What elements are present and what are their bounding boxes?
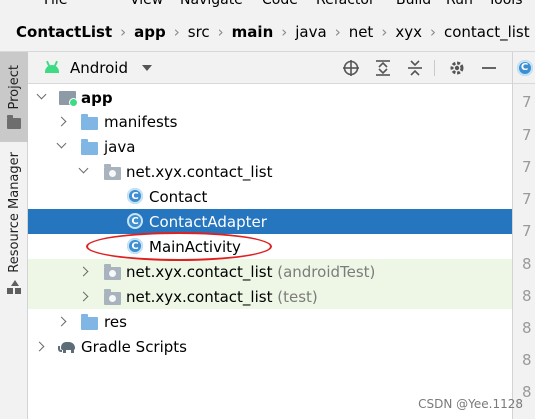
tree-suffix: (test) — [277, 287, 318, 306]
tree-item-res[interactable]: res — [28, 309, 512, 334]
tree-label: java — [104, 137, 136, 156]
folder-icon — [81, 114, 98, 130]
project-tree: app manifests java net.xyx.contact_list … — [28, 84, 512, 419]
chevron-right-icon: › — [334, 22, 341, 41]
tree-label: Contact — [149, 187, 208, 206]
line-number: 7 — [522, 190, 532, 208]
tree-item-gradle-scripts[interactable]: Gradle Scripts — [28, 334, 512, 359]
folder-icon — [7, 114, 21, 129]
chevron-right-icon: › — [173, 22, 180, 41]
menu-navigate[interactable]: Navigate — [180, 0, 243, 8]
chevron-down-icon[interactable] — [78, 163, 90, 175]
breadcrumb-src[interactable]: src — [188, 23, 210, 41]
editor-tab[interactable]: C — [513, 52, 535, 84]
chevron-right-icon[interactable] — [78, 266, 90, 278]
package-icon — [104, 164, 121, 180]
line-number: 8 — [522, 255, 532, 273]
module-icon — [59, 91, 78, 107]
line-number: 8 — [522, 287, 532, 305]
breadcrumb-app[interactable]: app — [134, 23, 166, 41]
android-icon — [44, 60, 60, 75]
collapse-all-icon[interactable] — [406, 59, 424, 77]
project-tool-tab[interactable]: Project — [0, 52, 28, 142]
tree-item-contact-adapter[interactable]: C ContactAdapter — [28, 209, 512, 234]
tree-item-contact[interactable]: C Contact — [28, 184, 512, 209]
tree-label: app — [81, 88, 113, 107]
package-icon — [104, 264, 121, 280]
menu-build[interactable]: Build — [396, 0, 431, 8]
menu-file[interactable]: File — [44, 0, 67, 8]
class-icon: C — [516, 59, 533, 76]
package-icon — [104, 289, 121, 305]
chevron-down-icon[interactable] — [142, 64, 152, 71]
left-tool-strip: Project Resource Manager — [0, 52, 28, 419]
breadcrumb: ContactList › app › src › main › java › net › … — [0, 12, 535, 52]
menu-tools[interactable]: Tools — [488, 0, 523, 8]
tree-suffix: (androidTest) — [277, 262, 376, 281]
menu-refactor[interactable]: Refactor — [316, 0, 375, 8]
line-number: 7 — [522, 93, 532, 111]
tree-label: net.xyx.contact_list (androidTest) — [126, 262, 376, 281]
chevron-right-icon[interactable] — [34, 341, 46, 353]
resource-manager-tool-tab[interactable]: Resource Manager — [0, 148, 28, 298]
line-number: 8 — [522, 351, 532, 369]
expand-all-icon[interactable] — [374, 59, 392, 77]
project-tab-label: Project — [6, 65, 22, 110]
breadcrumb-net[interactable]: net — [349, 23, 374, 41]
resource-manager-tab-label: Resource Manager — [6, 151, 22, 273]
folder-icon — [81, 314, 98, 330]
gear-icon[interactable] — [448, 59, 466, 77]
menu-view[interactable]: View — [130, 0, 163, 8]
tree-item-package-android-test[interactable]: net.xyx.contact_list (androidTest) — [28, 259, 512, 284]
watermark: CSDN @Yee.1128 — [418, 397, 523, 411]
shapes-icon — [7, 280, 21, 295]
menu-run[interactable]: Run — [446, 0, 473, 8]
tree-item-app[interactable]: app — [28, 85, 512, 110]
tree-label: ContactAdapter — [149, 212, 267, 231]
tree-label: net.xyx.contact_list — [126, 162, 273, 181]
minimize-icon[interactable] — [480, 59, 498, 77]
divider — [434, 60, 435, 76]
gradle-elephant-icon — [58, 340, 76, 353]
breadcrumb-contact-list[interactable]: contact_list — [444, 23, 530, 41]
tree-label: manifests — [104, 112, 178, 131]
line-number: 7 — [522, 222, 532, 240]
chevron-right-icon: › — [281, 22, 288, 41]
chevron-down-icon[interactable] — [36, 89, 48, 101]
line-number: 8 — [522, 383, 532, 401]
breadcrumb-main[interactable]: main — [232, 23, 274, 41]
line-number: 7 — [522, 126, 532, 144]
chevron-right-icon[interactable] — [56, 116, 68, 128]
chevron-right-icon: › — [381, 22, 388, 41]
breadcrumb-xyx[interactable]: xyx — [395, 23, 422, 41]
menu-code[interactable]: Code — [262, 0, 298, 8]
chevron-right-icon: › — [120, 22, 127, 41]
line-number: 7 — [522, 158, 532, 176]
chevron-right-icon: › — [217, 22, 224, 41]
tree-item-package-test[interactable]: net.xyx.contact_list (test) — [28, 284, 512, 309]
tree-item-manifests[interactable]: manifests — [28, 109, 512, 134]
chevron-right-icon: › — [429, 22, 436, 41]
chevron-down-icon[interactable] — [56, 138, 68, 150]
tree-label: net.xyx.contact_list (test) — [126, 287, 318, 306]
breadcrumb-java[interactable]: java — [295, 23, 326, 41]
chevron-right-icon[interactable] — [78, 291, 90, 303]
menu-bar: File View Navigate Code Refactor Build R… — [0, 0, 535, 12]
project-panel-header: Android — [28, 52, 512, 84]
tree-label: res — [104, 312, 127, 331]
editor-gutter: C 7 7 7 7 7 8 8 8 8 8 — [512, 52, 535, 419]
tree-label: Gradle Scripts — [81, 337, 187, 356]
breadcrumb-project[interactable]: ContactList — [16, 23, 112, 41]
tree-item-java[interactable]: java — [28, 134, 512, 159]
folder-icon — [81, 139, 98, 155]
line-number: 8 — [522, 319, 532, 337]
class-icon: C — [127, 188, 143, 204]
view-mode-selector[interactable]: Android — [70, 59, 128, 77]
annotation-ellipse — [86, 232, 272, 261]
locate-icon[interactable] — [342, 59, 360, 77]
tree-item-package-main[interactable]: net.xyx.contact_list — [28, 159, 512, 184]
class-icon: C — [127, 213, 143, 229]
chevron-right-icon[interactable] — [56, 316, 68, 328]
